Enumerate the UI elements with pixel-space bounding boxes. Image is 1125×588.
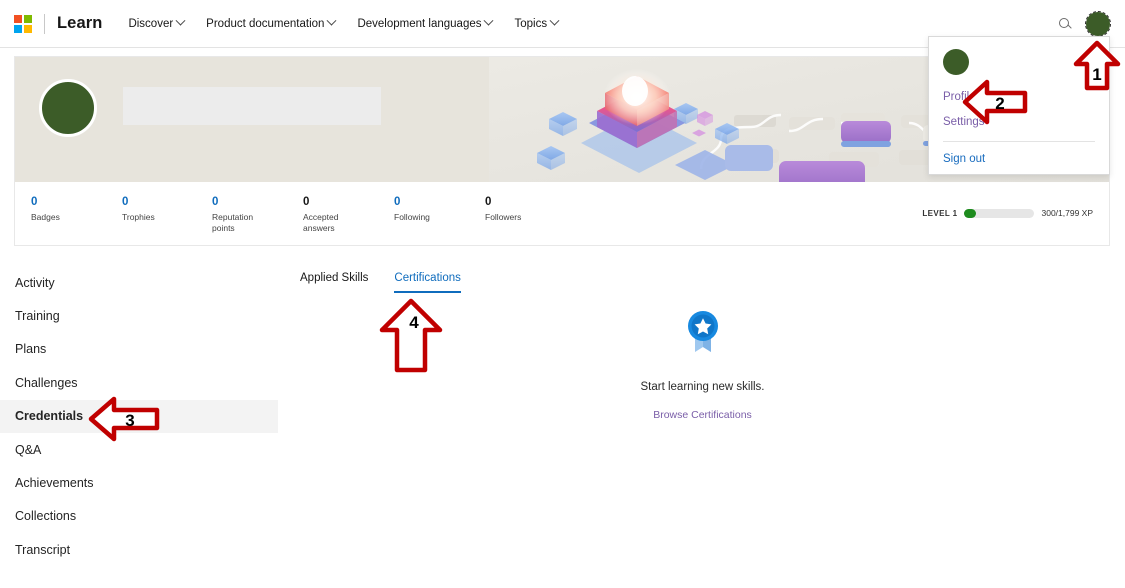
- xp-level-label: LEVEL 1: [922, 209, 957, 218]
- profile-stats: 0 Badges 0 Trophies 0 Reputation points …: [15, 182, 1109, 245]
- annotation-number: 1: [1092, 65, 1101, 84]
- certifications-empty-state: Start learning new skills. Browse Certif…: [600, 310, 805, 421]
- nav-item-development-languages[interactable]: Development languages: [357, 18, 492, 30]
- tab-applied-skills[interactable]: Applied Skills: [300, 272, 368, 293]
- annotation-number: 3: [125, 411, 134, 430]
- stat-value: 0: [303, 195, 363, 209]
- browse-certifications-link[interactable]: Browse Certifications: [600, 409, 805, 421]
- annotation-arrow-2: 2: [962, 79, 1028, 125]
- sidebar-item-challenges[interactable]: Challenges: [0, 366, 285, 399]
- chevron-down-icon: [176, 16, 186, 26]
- stat-value: 0: [212, 195, 272, 209]
- xp-progress-track: [964, 209, 1034, 218]
- account-menu-signout[interactable]: Sign out: [943, 153, 1095, 165]
- stat-followers: 0 Followers: [485, 195, 521, 223]
- annotation-number: 4: [409, 313, 419, 332]
- stat-following: 0 Following: [394, 195, 430, 223]
- stat-badges: 0 Badges: [31, 195, 60, 223]
- chevron-down-icon: [484, 16, 494, 26]
- header-avatar-button[interactable]: [1085, 11, 1111, 37]
- nav-label: Discover: [128, 18, 173, 30]
- stat-value: 0: [122, 195, 155, 209]
- stat-value: 0: [394, 195, 430, 209]
- nav-label: Development languages: [357, 18, 481, 30]
- stat-reputation-points: 0 Reputation points: [212, 195, 272, 234]
- chevron-down-icon: [550, 16, 560, 26]
- xp-value-label: 300/1,799 XP: [1041, 208, 1093, 218]
- sidebar-item-plans[interactable]: Plans: [0, 333, 285, 366]
- annotation-number: 2: [995, 94, 1004, 113]
- empty-state-title: Start learning new skills.: [600, 381, 805, 393]
- annotation-arrow-3: 3: [88, 396, 160, 442]
- profile-display-name: [123, 87, 381, 125]
- xp-progress: LEVEL 1 300/1,799 XP: [922, 208, 1093, 218]
- sidebar-item-activity[interactable]: Activity: [0, 266, 285, 299]
- nav-label: Product documentation: [206, 18, 324, 30]
- xp-progress-fill: [964, 209, 976, 218]
- microsoft-logo-icon[interactable]: [14, 15, 32, 33]
- chevron-down-icon: [327, 16, 337, 26]
- account-menu-divider: [943, 141, 1095, 142]
- header-actions: [1055, 11, 1125, 37]
- sidebar-item-collections[interactable]: Collections: [0, 500, 285, 533]
- stat-accepted-answers: 0 Accepted answers: [303, 195, 363, 234]
- stat-trophies: 0 Trophies: [122, 195, 155, 223]
- annotation-arrow-4: 4: [378, 298, 444, 374]
- stat-label: Badges: [31, 212, 60, 223]
- stat-label: Trophies: [122, 212, 155, 223]
- stat-label: Followers: [485, 212, 521, 223]
- stat-label: Reputation points: [212, 212, 272, 234]
- profile-avatar-icon: [39, 79, 97, 137]
- credentials-tabs: Applied Skills Certifications: [300, 272, 461, 293]
- stat-value: 0: [31, 195, 60, 209]
- page-root: Learn Discover Product documentation Dev…: [0, 0, 1125, 588]
- tab-certifications[interactable]: Certifications: [394, 272, 460, 293]
- certification-badge-icon: [683, 310, 723, 354]
- nav-label: Topics: [514, 18, 547, 30]
- stat-value: 0: [485, 195, 521, 209]
- sidebar-item-training[interactable]: Training: [0, 299, 285, 332]
- brand-learn[interactable]: Learn: [57, 14, 102, 33]
- search-icon[interactable]: [1055, 14, 1075, 34]
- stat-label: Accepted answers: [303, 212, 363, 234]
- header-divider: [44, 14, 45, 34]
- nav-item-topics[interactable]: Topics: [514, 18, 558, 30]
- main-nav: Discover Product documentation Developme…: [128, 18, 558, 30]
- stat-label: Following: [394, 212, 430, 223]
- account-menu-avatar-icon: [943, 49, 969, 75]
- sidebar-item-transcript[interactable]: Transcript: [0, 533, 285, 566]
- sidebar-item-achievements[interactable]: Achievements: [0, 466, 285, 499]
- nav-item-discover[interactable]: Discover: [128, 18, 184, 30]
- nav-item-product-documentation[interactable]: Product documentation: [206, 18, 335, 30]
- annotation-arrow-1: 1: [1073, 40, 1121, 92]
